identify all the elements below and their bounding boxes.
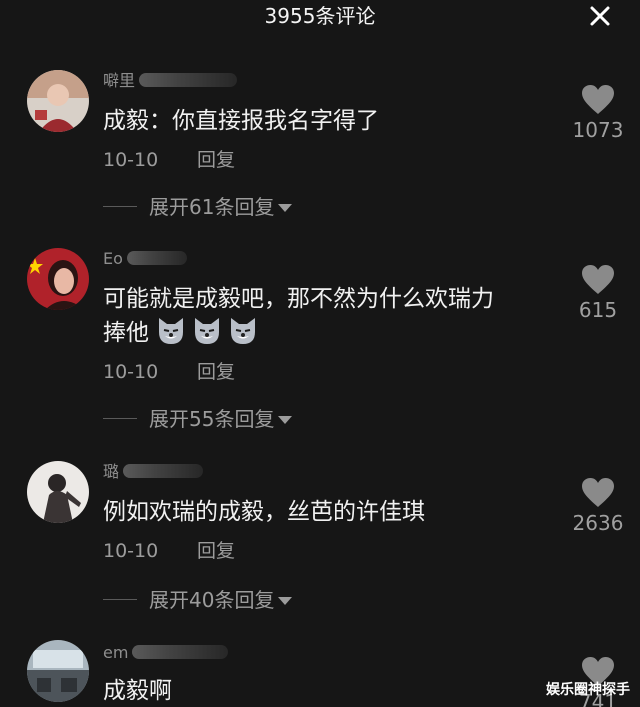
like-count: 2636	[572, 511, 624, 535]
author-name[interactable]: em	[103, 643, 128, 662]
caret-down-icon	[278, 204, 293, 212]
dog-face-icon	[159, 318, 183, 344]
comment-item: Eo 可能就是成毅吧，那不然为什么欢瑞力 捧他 10-10 回复 展开55条回复…	[0, 248, 640, 438]
comment-author: em	[103, 642, 229, 664]
like-button[interactable]: 615	[561, 264, 635, 322]
reply-button[interactable]: 回复	[197, 360, 235, 384]
comment-text: 可能就是成毅吧，那不然为什么欢瑞力	[103, 286, 494, 312]
comment-text-continuation: 捧他	[103, 320, 149, 346]
like-count: 615	[578, 298, 618, 322]
author-name[interactable]: Eo	[103, 249, 123, 268]
comments-header: 3955条评论	[0, 0, 640, 34]
comment-date: 10-10	[103, 540, 159, 562]
close-icon	[590, 6, 610, 26]
avatar-image	[27, 640, 89, 702]
heart-icon	[582, 265, 614, 294]
expand-replies-label: 展开55条回复	[149, 407, 275, 431]
avatar-image	[27, 461, 89, 523]
caret-down-icon	[278, 416, 293, 424]
close-button[interactable]	[584, 0, 616, 32]
heart-icon	[582, 478, 614, 507]
expand-replies-button[interactable]: 展开40条回复	[103, 587, 293, 613]
comment-item: em 成毅啊 741	[0, 640, 640, 707]
comment-meta: 10-10 回复	[103, 539, 235, 563]
like-button[interactable]: 2636	[561, 477, 635, 535]
reply-button[interactable]: 回复	[197, 539, 235, 563]
reply-button[interactable]: 回复	[197, 148, 235, 172]
blurred-username	[139, 73, 238, 87]
avatar[interactable]	[27, 248, 89, 310]
comment-item: 璐 例如欢瑞的成毅，丝芭的许佳琪 10-10 回复 展开40条回复 2636	[0, 461, 640, 613]
comment-item: 噼里 成毅：你直接报我名字得了 10-10 回复 展开61条回复 1073	[0, 70, 640, 220]
comment-author: 璐	[103, 461, 204, 483]
like-count: 1073	[572, 118, 624, 142]
expand-replies-button[interactable]: 展开55条回复	[103, 406, 293, 432]
comments-count-title: 3955条评论	[264, 4, 376, 28]
comment-meta: 10-10 回复	[103, 360, 235, 384]
author-name[interactable]: 噼里	[103, 71, 135, 90]
emoji-row	[155, 314, 263, 356]
comment-text: 成毅啊	[103, 678, 172, 704]
avatar[interactable]	[27, 640, 89, 702]
comment-author: Eo	[103, 248, 187, 270]
comment-author: 噼里	[103, 70, 238, 92]
avatar[interactable]	[27, 461, 89, 523]
blurred-username	[132, 645, 229, 659]
expand-replies-button[interactable]: 展开61条回复	[103, 194, 293, 220]
caret-down-icon	[278, 597, 293, 605]
expand-replies-label: 展开61条回复	[149, 195, 275, 219]
dog-face-icon	[231, 318, 255, 344]
avatar-image	[27, 248, 89, 310]
expand-replies-label: 展开40条回复	[149, 588, 275, 612]
comment-text: 例如欢瑞的成毅，丝芭的许佳琪	[103, 499, 425, 525]
avatar[interactable]	[27, 70, 89, 132]
comment-date: 10-10	[103, 149, 159, 171]
comment-date: 10-10	[103, 361, 159, 383]
like-button[interactable]: 1073	[561, 84, 635, 142]
comments-panel: 3955条评论 噼里 成毅：你直接报我名字得了 10-10 回复 展开61条回复…	[0, 0, 640, 707]
avatar-image	[27, 70, 89, 132]
blurred-username	[126, 251, 187, 265]
blurred-username	[123, 464, 204, 478]
comment-meta: 10-10 回复	[103, 148, 235, 172]
heart-icon	[582, 85, 614, 114]
watermark-text: 娱乐圈神探手	[546, 682, 630, 698]
divider-line	[103, 599, 137, 600]
comment-text-line2: 捧他	[103, 314, 565, 356]
author-name[interactable]: 璐	[103, 462, 119, 481]
divider-line	[103, 206, 137, 207]
divider-line	[103, 418, 137, 419]
comment-text: 成毅：你直接报我名字得了	[103, 108, 379, 134]
dog-face-icon	[195, 318, 219, 344]
